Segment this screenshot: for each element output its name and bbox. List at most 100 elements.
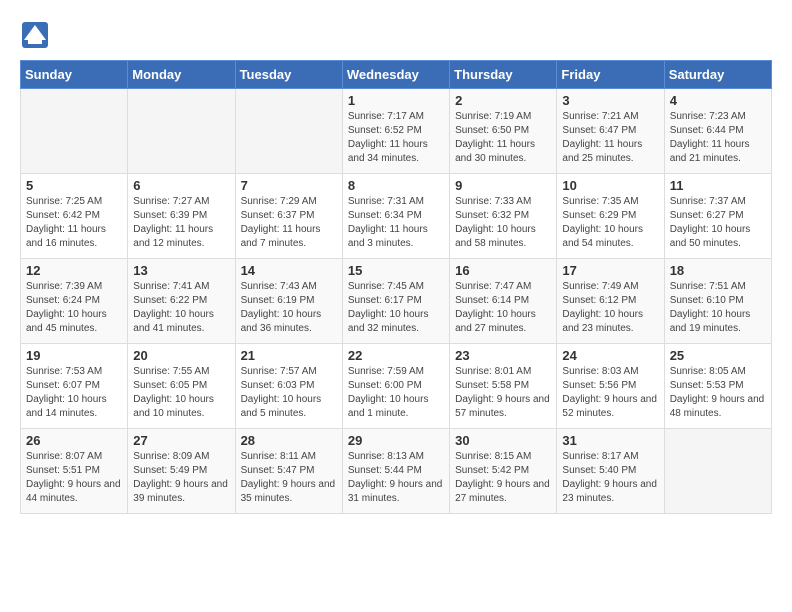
day-number: 6 xyxy=(133,178,229,193)
calendar-cell xyxy=(128,89,235,174)
calendar-cell: 3 Sunrise: 7:21 AM Sunset: 6:47 PM Daylig… xyxy=(557,89,664,174)
logo-icon xyxy=(20,20,50,50)
calendar-cell: 14 Sunrise: 7:43 AM Sunset: 6:19 PM Dayli… xyxy=(235,259,342,344)
calendar-cell: 5 Sunrise: 7:25 AM Sunset: 6:42 PM Daylig… xyxy=(21,174,128,259)
day-info: Sunrise: 7:25 AM Sunset: 6:42 PM Dayligh… xyxy=(26,195,122,251)
day-number: 4 xyxy=(670,93,766,108)
day-number: 31 xyxy=(562,433,658,448)
calendar-cell: 28 Sunrise: 8:11 AM Sunset: 5:47 PM Dayli… xyxy=(235,429,342,514)
day-info: Sunrise: 7:33 AM Sunset: 6:32 PM Dayligh… xyxy=(455,195,551,251)
day-number: 28 xyxy=(241,433,337,448)
day-info: Sunrise: 7:21 AM Sunset: 6:47 PM Dayligh… xyxy=(562,110,658,166)
day-info: Sunrise: 8:17 AM Sunset: 5:40 PM Dayligh… xyxy=(562,450,658,506)
day-header-saturday: Saturday xyxy=(664,61,771,89)
day-info: Sunrise: 7:27 AM Sunset: 6:39 PM Dayligh… xyxy=(133,195,229,251)
day-info: Sunrise: 8:07 AM Sunset: 5:51 PM Dayligh… xyxy=(26,450,122,506)
calendar-cell: 4 Sunrise: 7:23 AM Sunset: 6:44 PM Daylig… xyxy=(664,89,771,174)
day-info: Sunrise: 7:57 AM Sunset: 6:03 PM Dayligh… xyxy=(241,365,337,421)
day-info: Sunrise: 8:13 AM Sunset: 5:44 PM Dayligh… xyxy=(348,450,444,506)
calendar-cell: 19 Sunrise: 7:53 AM Sunset: 6:07 PM Dayli… xyxy=(21,344,128,429)
calendar-cell: 9Sunrise: 7:33 AM Sunset: 6:32 PM Daylig… xyxy=(450,174,557,259)
day-number: 7 xyxy=(241,178,337,193)
day-header-friday: Friday xyxy=(557,61,664,89)
calendar-cell: 8Sunrise: 7:31 AM Sunset: 6:34 PM Daylig… xyxy=(342,174,449,259)
day-info: Sunrise: 8:11 AM Sunset: 5:47 PM Dayligh… xyxy=(241,450,337,506)
day-info: Sunrise: 8:03 AM Sunset: 5:56 PM Dayligh… xyxy=(562,365,658,421)
day-number: 10 xyxy=(562,178,658,193)
day-number: 15 xyxy=(348,263,444,278)
day-number: 27 xyxy=(133,433,229,448)
calendar-cell: 21 Sunrise: 7:57 AM Sunset: 6:03 PM Dayli… xyxy=(235,344,342,429)
day-number: 11 xyxy=(670,178,766,193)
day-number: 14 xyxy=(241,263,337,278)
day-info: Sunrise: 7:41 AM Sunset: 6:22 PM Dayligh… xyxy=(133,280,229,336)
day-number: 16 xyxy=(455,263,551,278)
day-number: 29 xyxy=(348,433,444,448)
day-number: 17 xyxy=(562,263,658,278)
day-number: 13 xyxy=(133,263,229,278)
day-info: Sunrise: 7:37 AM Sunset: 6:27 PM Dayligh… xyxy=(670,195,766,251)
day-number: 5 xyxy=(26,178,122,193)
calendar-cell xyxy=(664,429,771,514)
calendar-cell: 23 Sunrise: 8:01 AM Sunset: 5:58 PM Dayli… xyxy=(450,344,557,429)
calendar-cell: 13 Sunrise: 7:41 AM Sunset: 6:22 PM Dayli… xyxy=(128,259,235,344)
day-header-sunday: Sunday xyxy=(21,61,128,89)
day-header-tuesday: Tuesday xyxy=(235,61,342,89)
day-header-wednesday: Wednesday xyxy=(342,61,449,89)
day-info: Sunrise: 8:01 AM Sunset: 5:58 PM Dayligh… xyxy=(455,365,551,421)
page-header xyxy=(20,20,772,50)
calendar-cell: 1 Sunrise: 7:17 AM Sunset: 6:52 PM Daylig… xyxy=(342,89,449,174)
day-info: Sunrise: 7:23 AM Sunset: 6:44 PM Dayligh… xyxy=(670,110,766,166)
day-number: 26 xyxy=(26,433,122,448)
day-info: Sunrise: 7:19 AM Sunset: 6:50 PM Dayligh… xyxy=(455,110,551,166)
day-info: Sunrise: 7:51 AM Sunset: 6:10 PM Dayligh… xyxy=(670,280,766,336)
calendar-cell: 6 Sunrise: 7:27 AM Sunset: 6:39 PM Daylig… xyxy=(128,174,235,259)
calendar-cell: 22 Sunrise: 7:59 AM Sunset: 6:00 PM Dayli… xyxy=(342,344,449,429)
calendar-cell: 26 Sunrise: 8:07 AM Sunset: 5:51 PM Dayli… xyxy=(21,429,128,514)
day-info: Sunrise: 7:29 AM Sunset: 6:37 PM Dayligh… xyxy=(241,195,337,251)
day-info: Sunrise: 7:17 AM Sunset: 6:52 PM Dayligh… xyxy=(348,110,444,166)
calendar-cell: 7 Sunrise: 7:29 AM Sunset: 6:37 PM Daylig… xyxy=(235,174,342,259)
calendar-cell: 15 Sunrise: 7:45 AM Sunset: 6:17 PM Dayli… xyxy=(342,259,449,344)
day-number: 23 xyxy=(455,348,551,363)
week-row-2: 5 Sunrise: 7:25 AM Sunset: 6:42 PM Daylig… xyxy=(21,174,772,259)
day-header-monday: Monday xyxy=(128,61,235,89)
day-number: 24 xyxy=(562,348,658,363)
week-row-4: 19 Sunrise: 7:53 AM Sunset: 6:07 PM Dayli… xyxy=(21,344,772,429)
header-row: SundayMondayTuesdayWednesdayThursdayFrid… xyxy=(21,61,772,89)
day-number: 3 xyxy=(562,93,658,108)
week-row-5: 26 Sunrise: 8:07 AM Sunset: 5:51 PM Dayli… xyxy=(21,429,772,514)
day-number: 21 xyxy=(241,348,337,363)
day-info: Sunrise: 7:47 AM Sunset: 6:14 PM Dayligh… xyxy=(455,280,551,336)
calendar-cell xyxy=(235,89,342,174)
day-number: 30 xyxy=(455,433,551,448)
calendar-cell: 30Sunrise: 8:15 AM Sunset: 5:42 PM Dayli… xyxy=(450,429,557,514)
day-number: 19 xyxy=(26,348,122,363)
logo xyxy=(20,20,54,50)
day-number: 22 xyxy=(348,348,444,363)
day-info: Sunrise: 7:43 AM Sunset: 6:19 PM Dayligh… xyxy=(241,280,337,336)
calendar-cell: 2Sunrise: 7:19 AM Sunset: 6:50 PM Daylig… xyxy=(450,89,557,174)
day-info: Sunrise: 7:45 AM Sunset: 6:17 PM Dayligh… xyxy=(348,280,444,336)
day-info: Sunrise: 7:59 AM Sunset: 6:00 PM Dayligh… xyxy=(348,365,444,421)
calendar-cell: 11 Sunrise: 7:37 AM Sunset: 6:27 PM Dayli… xyxy=(664,174,771,259)
calendar-cell: 24 Sunrise: 8:03 AM Sunset: 5:56 PM Dayli… xyxy=(557,344,664,429)
calendar-cell: 12Sunrise: 7:39 AM Sunset: 6:24 PM Dayli… xyxy=(21,259,128,344)
day-number: 25 xyxy=(670,348,766,363)
calendar-cell: 29 Sunrise: 8:13 AM Sunset: 5:44 PM Dayli… xyxy=(342,429,449,514)
calendar-cell: 18 Sunrise: 7:51 AM Sunset: 6:10 PM Dayli… xyxy=(664,259,771,344)
calendar-cell: 31 Sunrise: 8:17 AM Sunset: 5:40 PM Dayli… xyxy=(557,429,664,514)
calendar-cell xyxy=(21,89,128,174)
day-info: Sunrise: 7:49 AM Sunset: 6:12 PM Dayligh… xyxy=(562,280,658,336)
day-number: 18 xyxy=(670,263,766,278)
calendar-cell: 25 Sunrise: 8:05 AM Sunset: 5:53 PM Dayli… xyxy=(664,344,771,429)
day-number: 1 xyxy=(348,93,444,108)
week-row-1: 1 Sunrise: 7:17 AM Sunset: 6:52 PM Daylig… xyxy=(21,89,772,174)
day-info: Sunrise: 8:09 AM Sunset: 5:49 PM Dayligh… xyxy=(133,450,229,506)
day-info: Sunrise: 7:53 AM Sunset: 6:07 PM Dayligh… xyxy=(26,365,122,421)
day-number: 12 xyxy=(26,263,122,278)
day-info: Sunrise: 7:31 AM Sunset: 6:34 PM Dayligh… xyxy=(348,195,444,251)
day-info: Sunrise: 7:55 AM Sunset: 6:05 PM Dayligh… xyxy=(133,365,229,421)
day-header-thursday: Thursday xyxy=(450,61,557,89)
day-info: Sunrise: 8:05 AM Sunset: 5:53 PM Dayligh… xyxy=(670,365,766,421)
